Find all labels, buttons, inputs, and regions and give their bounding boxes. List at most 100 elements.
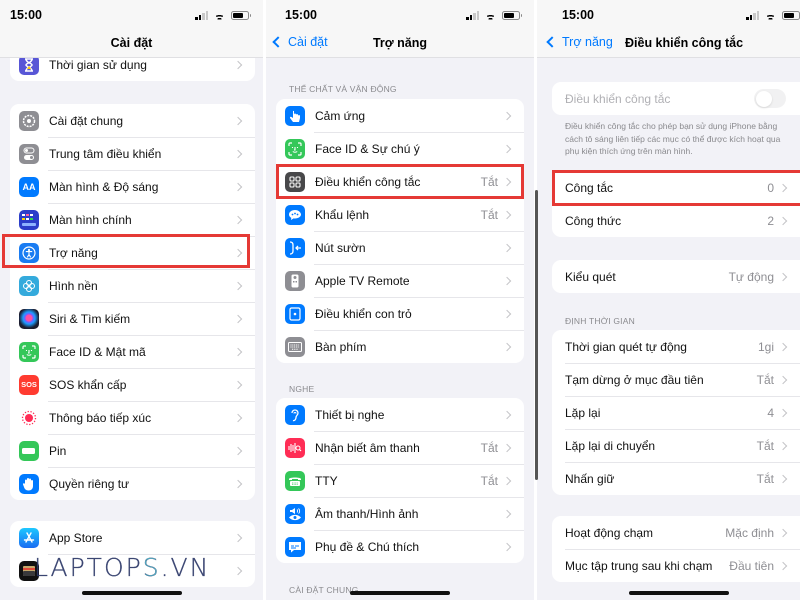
settings-list[interactable]: Thời gian sử dụng Cài đặt chung Trung tâ… xyxy=(0,48,263,600)
toggles-icon xyxy=(19,143,39,164)
row-keyboards[interactable]: Bàn phím xyxy=(276,330,524,363)
settings-row-siri[interactable]: Siri & Tìm kiếm xyxy=(10,302,255,335)
chevron-right-icon xyxy=(778,272,788,281)
row-label: SOS khẩn cấp xyxy=(49,377,127,392)
battery-status-icon xyxy=(782,10,800,20)
status-bar: 15:00 xyxy=(537,0,800,32)
switches-group: Công tắc 0 Công thức 2 xyxy=(552,171,800,237)
row-audio-visual[interactable]: Âm thanh/Hình ảnh xyxy=(276,497,524,530)
settings-row-control-center[interactable]: Trung tâm điều khiển xyxy=(10,137,255,170)
row-label: Âm thanh/Hình ảnh xyxy=(315,506,419,521)
row-value: Tắt xyxy=(756,438,774,453)
exposure-icon xyxy=(19,407,39,428)
wifi-icon xyxy=(764,10,777,20)
sound-recognition-icon xyxy=(285,437,305,458)
chevron-right-icon xyxy=(502,476,512,485)
row-recipes[interactable]: Công thức 2 xyxy=(552,204,800,237)
chevron-right-icon xyxy=(233,182,243,191)
three-screen-composite: 15:00 Cài đặt Thời gian sử dụng Cài đặt … xyxy=(0,0,800,600)
row-auto-scan-time[interactable]: Thời gian quét tự động 1gi xyxy=(552,330,800,363)
accessibility-list[interactable]: THỂ CHẤT VÀ VẬN ĐỘNG Cảm ứng Face ID & S… xyxy=(266,58,534,600)
chevron-right-icon xyxy=(778,183,788,192)
row-label: Màn hình chính xyxy=(49,212,132,227)
chevron-right-icon xyxy=(502,509,512,518)
section-header: ĐỊNH THỜI GIAN xyxy=(565,316,635,326)
section-header: CÀI ĐẶT CHUNG xyxy=(289,585,359,595)
section-header: NGHE xyxy=(289,384,315,394)
row-label: Thiết bị nghe xyxy=(315,407,385,422)
page-title: Cài đặt xyxy=(110,36,153,50)
settings-row-accessibility[interactable]: Trợ năng xyxy=(10,236,255,269)
row-value: Đầu tiên xyxy=(729,558,774,573)
row-label: Cài đặt chung xyxy=(49,113,124,128)
row-scanning-style[interactable]: Kiểu quét Tự động xyxy=(552,260,800,293)
row-tty[interactable]: TTY Tắt xyxy=(276,464,524,497)
row-focused-item-after-tap[interactable]: Mục tập trung sau khi chạm Đầu tiên xyxy=(552,549,800,582)
row-touch[interactable]: Cảm ứng xyxy=(276,99,524,132)
settings-row-face-id[interactable]: Face ID & Mật mã xyxy=(10,335,255,368)
row-long-press[interactable]: Nhấn giữ Tắt xyxy=(552,462,800,495)
row-value: Tắt xyxy=(756,471,774,486)
row-switches[interactable]: Công tắc 0 xyxy=(552,171,800,204)
wifi-icon xyxy=(213,10,226,20)
settings-screen: 15:00 Cài đặt Thời gian sử dụng Cài đặt … xyxy=(0,0,263,600)
row-label: Nhận biết âm thanh xyxy=(315,440,420,455)
audio-visual-icon xyxy=(285,503,305,524)
watermark-logo: LAPTOPS.VN xyxy=(34,553,211,582)
row-label: Kiểu quét xyxy=(565,269,616,284)
text-size-icon: AA xyxy=(19,176,39,197)
row-face-id-attention[interactable]: Face ID & Sự chú ý xyxy=(276,132,524,165)
row-value: Tắt xyxy=(756,372,774,387)
row-tap-behavior[interactable]: Hoạt động chạm Mặc định xyxy=(552,516,800,549)
back-button[interactable]: Trợ năng xyxy=(546,35,613,49)
row-label: Điều khiển con trỏ xyxy=(315,306,412,321)
settings-row-sos[interactable]: SOS SOS khẩn cấp xyxy=(10,368,255,401)
settings-row-privacy[interactable]: Quyền riêng tư xyxy=(10,467,255,500)
row-subtitles[interactable]: Phụ đề & Chú thích xyxy=(276,530,524,563)
tap-group: Hoạt động chạm Mặc định Mục tập trung sa… xyxy=(552,516,800,582)
row-label: Hoạt động chạm xyxy=(565,525,654,540)
status-time: 15:00 xyxy=(285,8,317,22)
chevron-right-icon xyxy=(233,380,243,389)
row-pause-on-first-item[interactable]: Tạm dừng ở mục đầu tiên Tắt xyxy=(552,363,800,396)
back-button[interactable]: Cài đặt xyxy=(272,35,328,49)
toggle-group: Điều khiển công tắc xyxy=(552,82,800,115)
switch-control-list[interactable]: Điều khiển công tắc Điều khiển công tắc … xyxy=(537,58,800,600)
row-loops[interactable]: Lặp lại 4 xyxy=(552,396,800,429)
settings-row-wallpaper[interactable]: Hình nền xyxy=(10,269,255,302)
row-label: Mục tập trung sau khi chạm xyxy=(565,558,713,573)
settings-row-app-store[interactable]: App Store xyxy=(10,521,255,554)
row-label: Cảm ứng xyxy=(315,108,366,123)
settings-group-2: Cài đặt chung Trung tâm điều khiển AA Mà… xyxy=(10,104,255,500)
scroll-indicator[interactable] xyxy=(535,190,538,480)
settings-row-exposure[interactable]: Thông báo tiếp xúc xyxy=(10,401,255,434)
chevron-right-icon xyxy=(502,410,512,419)
settings-row-battery[interactable]: Pin xyxy=(10,434,255,467)
chevron-right-icon xyxy=(233,149,243,158)
chevron-right-icon xyxy=(502,443,512,452)
settings-row-general[interactable]: Cài đặt chung xyxy=(10,104,255,137)
switch-control-icon xyxy=(285,171,305,192)
settings-row-home-screen[interactable]: Màn hình chính xyxy=(10,203,255,236)
motor-group: Cảm ứng Face ID & Sự chú ý Điều khiển cô… xyxy=(276,99,524,363)
row-hearing-devices[interactable]: Thiết bị nghe xyxy=(276,398,524,431)
switch-control-toggle[interactable] xyxy=(754,89,786,108)
row-label: Tạm dừng ở mục đầu tiên xyxy=(565,372,704,387)
settings-row-display[interactable]: AA Màn hình & Độ sáng xyxy=(10,170,255,203)
back-label: Cài đặt xyxy=(288,35,328,49)
row-switch-control[interactable]: Điều khiển công tắc Tắt xyxy=(276,165,524,198)
row-voice-control[interactable]: Khẩu lệnh Tắt xyxy=(276,198,524,231)
row-apple-tv-remote[interactable]: Apple TV Remote xyxy=(276,264,524,297)
chevron-right-icon xyxy=(778,441,788,450)
cellular-signal-icon xyxy=(195,10,208,20)
app-store-icon xyxy=(19,527,39,548)
row-move-repeat[interactable]: Lặp lại di chuyển Tắt xyxy=(552,429,800,462)
status-time: 15:00 xyxy=(562,8,594,22)
home-indicator xyxy=(81,591,182,595)
chevron-right-icon xyxy=(233,446,243,455)
wallpaper-icon xyxy=(19,275,39,296)
row-pointer-control[interactable]: Điều khiển con trỏ xyxy=(276,297,524,330)
row-sound-recognition[interactable]: Nhận biết âm thanh Tắt xyxy=(276,431,524,464)
side-button-icon xyxy=(285,237,305,258)
row-side-button[interactable]: Nút sườn xyxy=(276,231,524,264)
